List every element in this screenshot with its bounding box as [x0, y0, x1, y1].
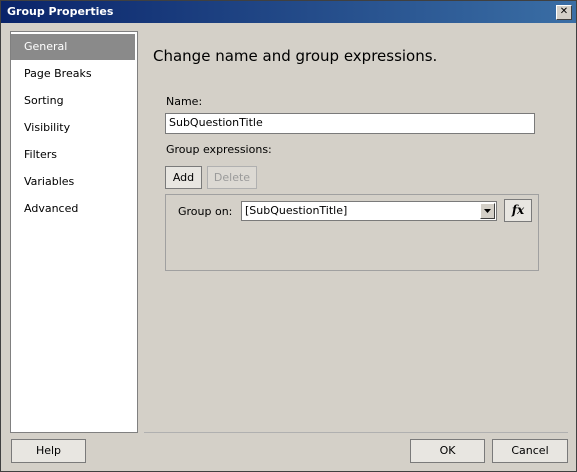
- name-label: Name:: [166, 95, 203, 108]
- delete-button[interactable]: Delete: [207, 166, 257, 189]
- sidebar-item-general[interactable]: General: [11, 34, 135, 60]
- sidebar-item-sorting[interactable]: Sorting: [11, 88, 135, 114]
- help-button[interactable]: Help: [11, 439, 86, 463]
- add-button[interactable]: Add: [165, 166, 202, 189]
- sidebar-item-visibility[interactable]: Visibility: [11, 115, 135, 141]
- sidebar-item-filters[interactable]: Filters: [11, 142, 135, 168]
- dialog-title: Group Properties: [7, 5, 114, 18]
- fx-icon: fx: [511, 203, 525, 217]
- expression-button[interactable]: fx: [504, 199, 532, 222]
- close-icon: ✕: [559, 6, 569, 17]
- sidebar-item-advanced[interactable]: Advanced: [11, 196, 135, 222]
- footer-divider: [144, 432, 568, 433]
- group-on-select[interactable]: [SubQuestionTitle]: [241, 201, 497, 221]
- chevron-down-icon: [484, 209, 491, 213]
- group-on-value: [SubQuestionTitle]: [245, 204, 348, 217]
- dropdown-button[interactable]: [480, 203, 495, 219]
- sidebar-item-page-breaks[interactable]: Page Breaks: [11, 61, 135, 87]
- title-bar[interactable]: Group Properties ✕: [1, 1, 576, 23]
- name-field[interactable]: SubQuestionTitle: [165, 113, 535, 134]
- group-properties-dialog: Group Properties ✕ General Page Breaks S…: [0, 0, 577, 472]
- close-button[interactable]: ✕: [556, 5, 572, 20]
- cancel-button[interactable]: Cancel: [492, 439, 568, 463]
- group-expressions-label: Group expressions:: [166, 143, 272, 156]
- page-heading: Change name and group expressions.: [153, 47, 438, 65]
- ok-button[interactable]: OK: [410, 439, 485, 463]
- sidebar-nav: General Page Breaks Sorting Visibility F…: [10, 31, 138, 433]
- group-on-label: Group on:: [178, 205, 233, 218]
- sidebar-item-variables[interactable]: Variables: [11, 169, 135, 195]
